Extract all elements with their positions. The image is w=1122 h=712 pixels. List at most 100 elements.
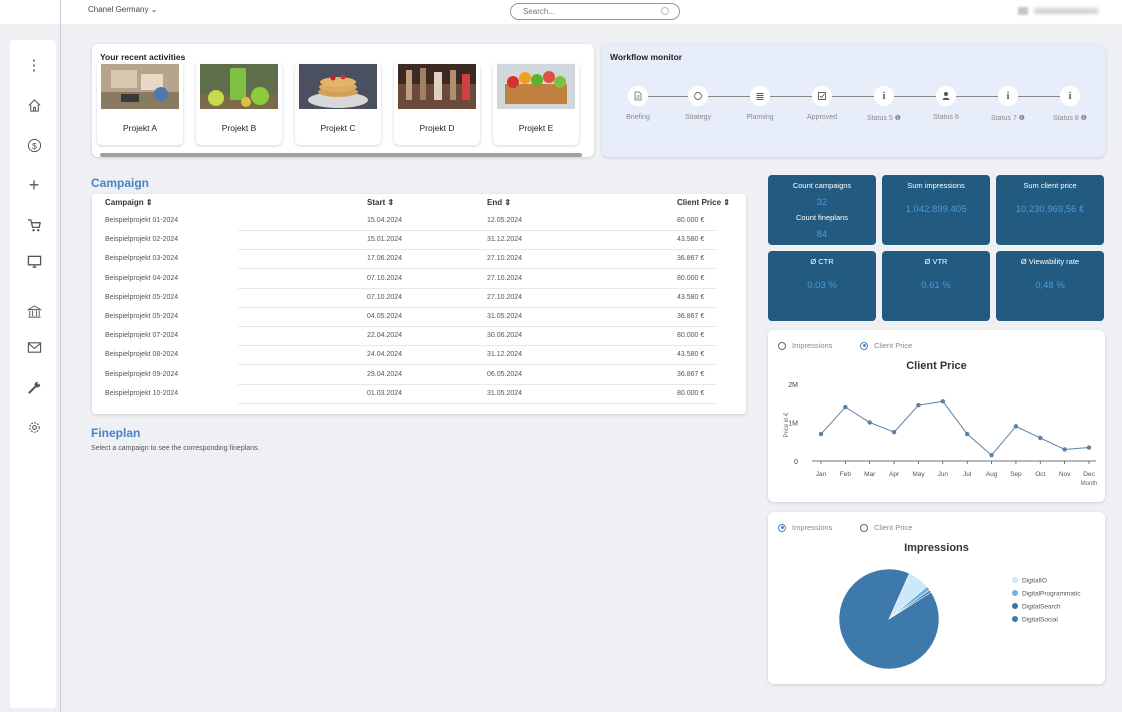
project-label: Projekt D [419,123,455,133]
wrench-icon[interactable] [23,376,45,398]
search-icon[interactable] [661,7,669,15]
monitor-icon[interactable] [23,250,45,272]
kpi-sum-impressions-tile: Sum impressions 1.042.899.405 [882,175,990,245]
x-tick-label: Jan [816,471,827,478]
cell-end: 30.06.2024 [487,332,523,340]
project-label: Projekt C [320,123,356,133]
x-axis-label: Month [1081,481,1098,487]
table-row[interactable]: Beispielprojekt 09-2024 29.04.2024 06.05.2… [92,367,746,385]
kpi-value: 32 [816,197,828,208]
table-row[interactable]: Beispielprojekt 02-2024 15.01.2024 31.12.2… [92,232,746,251]
cell-end: 27.10.2024 [487,274,523,282]
cell-end: 27.10.2024 [487,255,523,263]
cell-campaign: Beispielprojekt 04-2024 [105,274,179,282]
brand-selector[interactable]: Chanel Germany ⌄ [88,5,157,14]
pie-chart: DigitalIO DigitalProgrammatic DigitalSearc… [838,568,1081,670]
more-icon[interactable]: ⋮ [23,54,45,76]
cell-campaign: Beispielprojekt 09-2024 [105,370,179,378]
dollar-icon[interactable]: $ [23,134,45,156]
cell-campaign: Beispielprojekt 07-2024 [105,332,179,340]
column-header-start[interactable]: Start ⇕ [367,198,394,207]
data-point [916,402,921,408]
search-box[interactable] [510,3,680,20]
project-d-image [398,64,476,109]
plus-icon[interactable]: + [23,174,45,196]
project-card-b[interactable]: Projekt B [196,63,282,145]
cell-end: 12.05.2024 [487,217,523,224]
column-header-client-price[interactable]: Client Price ⇕ [677,198,730,207]
x-tick-label: Aug [986,471,998,478]
table-row[interactable]: Beispielprojekt 04-2024 07.10.2024 27.10.2… [92,271,746,289]
x-tick-label: Nov [1059,471,1071,478]
kpi-value: 0,61 % [921,280,951,291]
table-row[interactable]: Beispielprojekt 01-2024 15.04.2024 12.05.2… [92,213,746,231]
fineplan-heading: Fineplan [91,426,141,440]
kpi-count-tile: Count campaigns 32 Count fineplans 84 [768,175,876,245]
table-row[interactable]: Beispielprojekt 08-2024 24.04.2024 31.12.2… [92,347,746,366]
table-row[interactable]: Beispielprojekt 05-2024 07.10.2024 27.10.2… [92,290,746,308]
column-header-campaign[interactable]: Campaign ⇕ [105,198,153,207]
svg-text:$: $ [32,140,37,150]
table-row[interactable]: Beispielprojekt 05-2024 04.05.2024 31.05.2… [92,309,746,327]
gear-icon[interactable] [23,416,45,438]
cell-end: 06.05.2024 [487,370,523,378]
cart-icon[interactable] [23,214,45,236]
horizontal-scrollbar[interactable] [100,153,582,157]
kpi-label: Count campaigns [792,181,852,190]
data-point [867,420,872,425]
list-icon [750,86,770,106]
table-row[interactable]: Beispielprojekt 03-2024 17.06.2024 27.10.2… [92,251,746,270]
home-icon[interactable] [23,94,45,116]
campaign-table: Campaign ⇕ Start ⇕ End ⇕ Client Price ⇕ … [92,194,746,414]
client-price-chart-card: Impressions Client Price Client Price 01… [768,330,1105,502]
project-card-d[interactable]: Projekt D [394,63,480,145]
workflow-monitor-panel: Workflow monitor Briefing Strategy Plann… [602,44,1105,157]
bank-icon[interactable] [23,300,45,322]
kpi-value: 84 [816,229,828,240]
cell-start: 04.05.2024 [367,313,403,320]
search-input[interactable] [523,7,653,16]
project-card-a[interactable]: Projekt A [97,63,183,145]
user-menu[interactable] [1018,7,1098,15]
project-e-image [497,64,575,109]
cell-client-price: 36.867 € [677,370,705,378]
project-label: Projekt E [518,123,554,133]
row-divider [238,268,716,270]
recent-activities-panel: Your recent activities Projekt A Projekt… [92,44,594,157]
cell-start: 29.04.2024 [367,370,403,378]
data-point [989,453,994,458]
circle-icon [688,86,708,106]
column-header-end[interactable]: End ⇕ [487,198,511,207]
cell-start: 15.01.2024 [367,236,403,244]
row-divider [238,402,716,404]
user-icon [936,86,956,106]
project-label: Projekt B [221,123,257,133]
project-label: Projekt A [122,123,158,133]
kpi-value: 0,03 % [807,280,837,291]
legend-swatch [1012,590,1018,596]
x-tick-label: Mar [864,471,876,478]
user-name-blurred [1034,8,1098,14]
table-row[interactable]: Beispielprojekt 07-2024 22.04.2024 30.06.2… [92,328,746,347]
kpi-label: Ø VTR [924,257,948,266]
mail-icon[interactable] [23,336,45,358]
table-row[interactable]: Beispielprojekt 10-2024 01.03.2024 31.05.2… [92,386,746,404]
kpi-label: Ø Viewability rate [1020,257,1080,266]
row-divider [238,287,716,289]
cell-end: 31.12.2024 [487,236,523,244]
data-point [1062,447,1067,452]
project-card-e[interactable]: Projekt E [493,63,579,145]
data-point [843,404,848,410]
x-tick-label: Jul [963,471,972,478]
x-tick-label: Apr [889,471,900,478]
kpi-label: Count fineplans [795,213,849,222]
project-a-image [101,64,179,109]
data-point [940,399,946,404]
cell-start: 07.10.2024 [367,293,403,301]
top-bar: Chanel Germany ⌄ [0,0,1122,24]
cell-campaign: Beispielprojekt 01-2024 [105,217,179,224]
row-divider [238,345,716,347]
y-tick-label: 2M [788,382,798,389]
legend-label: DigitalSocial [1022,617,1058,624]
project-card-c[interactable]: Projekt C [295,63,381,145]
